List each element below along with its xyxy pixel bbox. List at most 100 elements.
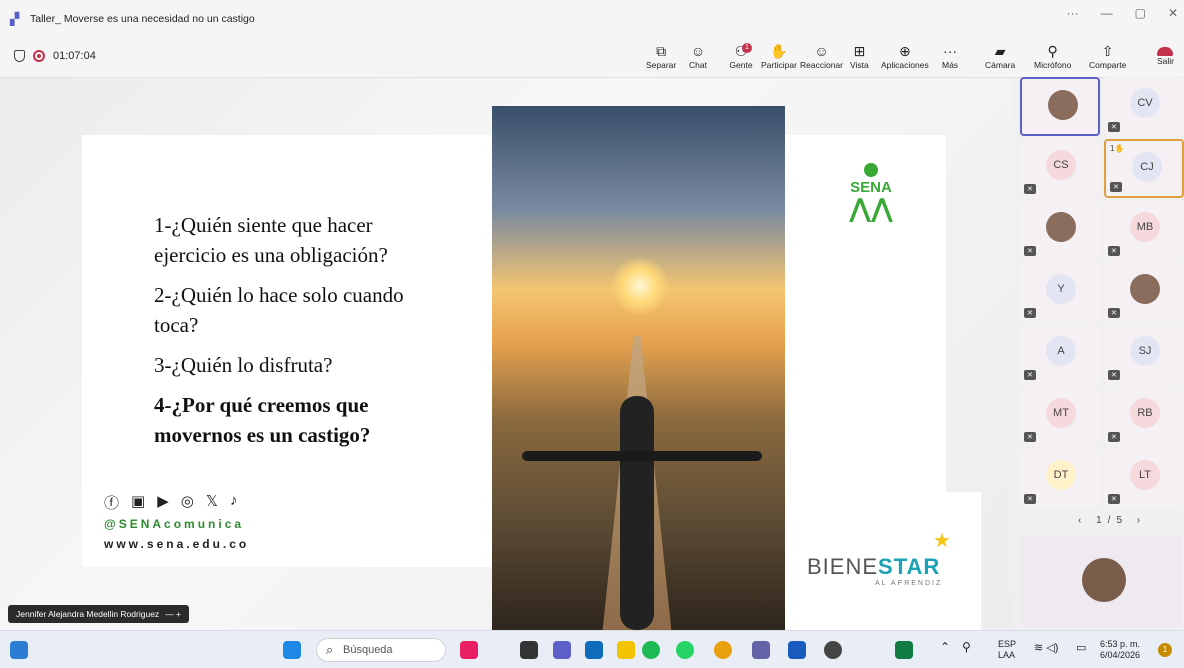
participant-tile[interactable]: SJ ✕ [1104, 325, 1184, 384]
participant-tile[interactable]: Y ✕ [1020, 263, 1100, 322]
participant-tile[interactable]: CV ✕ [1104, 77, 1184, 136]
microphone-button[interactable]: ⚲ Micrófono [1034, 42, 1071, 70]
whatsapp-icon[interactable] [676, 641, 694, 659]
participant-tile[interactable] [1020, 77, 1100, 136]
self-video-tile[interactable] [1020, 536, 1182, 628]
apps-label: Aplicaciones [881, 60, 929, 70]
task-view-icon[interactable] [520, 641, 538, 659]
chatgpt-icon[interactable] [824, 641, 842, 659]
taskbar-search[interactable]: Búsqueda [316, 638, 446, 662]
notification-badge[interactable]: 1 [1158, 643, 1172, 657]
tiktok-icon: ♪ [229, 492, 238, 509]
participant-tile[interactable]: RB ✕ [1104, 387, 1184, 446]
question-line: toca? [154, 313, 199, 337]
gallery-pager[interactable]: ‹ 1/5 › [1078, 515, 1146, 526]
clock-time: 6:53 p. m. [1100, 639, 1141, 649]
question-line: 4-¿Por qué creemos que [154, 393, 369, 417]
raise-hand-label: Participar [761, 60, 797, 70]
windows-taskbar: Búsqueda ⌃ ⚲ ESPLAA ≋ ◁) ▭ 6:53 p. m.6/0… [0, 630, 1184, 668]
muted-mic-icon: ✕ [1024, 432, 1036, 442]
battery-icon[interactable]: ▭ [1076, 643, 1086, 654]
more-options-icon[interactable]: ··· [1067, 6, 1079, 20]
popout-icon: ⧉ [656, 43, 667, 59]
view-button[interactable]: ⊞ Vista [850, 42, 869, 70]
window-titlebar: ▞ Taller_ Moverse es una necesidad no un… [0, 0, 1184, 38]
lang-top: ESP [998, 639, 1017, 649]
raise-hand-button[interactable]: ✋ Participar [761, 42, 797, 70]
participant-tile[interactable]: ✕ [1020, 201, 1100, 260]
participant-tile[interactable]: A ✕ [1020, 325, 1100, 384]
lang-bottom: LAA [998, 650, 1016, 660]
participant-photo [1046, 212, 1076, 242]
chat-icon: ☺ [690, 43, 706, 59]
minimize-icon[interactable]: — [1101, 6, 1113, 20]
camera-button[interactable]: ▰ Cámara [985, 42, 1015, 70]
chrome-icon[interactable] [714, 641, 732, 659]
react-label: Reaccionar [800, 60, 843, 70]
participant-initials: Y [1046, 274, 1076, 304]
microphone-label: Micrófono [1034, 60, 1072, 70]
wifi-icon[interactable]: ≋ ◁) [1034, 643, 1058, 654]
mic-tray-icon[interactable]: ⚲ [962, 641, 971, 653]
participant-tile[interactable]: ✕ [1104, 263, 1184, 322]
popout-label: Separar [646, 60, 677, 70]
camera-label: Cámara [985, 60, 1016, 70]
sun-glow [610, 256, 670, 316]
muted-mic-icon: ✕ [1024, 494, 1036, 504]
explorer-icon[interactable] [617, 641, 635, 659]
language-indicator[interactable]: ESP LAA [998, 639, 1016, 661]
excel-icon[interactable] [895, 641, 913, 659]
apps-button[interactable]: ⊕ Aplicaciones [881, 42, 929, 70]
muted-mic-icon: ✕ [1108, 246, 1120, 256]
question-line: 2-¿Quién lo hace solo cuando [154, 283, 404, 307]
participant-tile[interactable]: MB ✕ [1104, 201, 1184, 260]
sena-logo-dot [864, 163, 878, 177]
clock-date: 6/04/2026 [1100, 650, 1141, 660]
raise-hand-icon: ✋ [770, 43, 788, 59]
bienestar-suffix: STAR [878, 554, 941, 579]
bike-trail-photo [492, 106, 785, 630]
clock[interactable]: 6:53 p. m. 6/04/2026 [1100, 639, 1140, 661]
participant-initials: MB [1130, 212, 1160, 242]
participant-initials: CJ [1132, 152, 1162, 182]
spotify-icon[interactable] [642, 641, 660, 659]
copilot-icon[interactable] [460, 641, 478, 659]
participant-tile[interactable]: LT ✕ [1104, 449, 1184, 508]
participant-tile[interactable]: DT ✕ [1020, 449, 1100, 508]
camera-off-icon: ▰ [994, 43, 1006, 59]
store-icon[interactable] [585, 641, 603, 659]
participant-tile[interactable]: MT ✕ [1020, 387, 1100, 446]
more-button[interactable]: ··· Más [942, 42, 958, 70]
hangup-icon [1157, 47, 1174, 56]
pin-icon[interactable]: — + [165, 605, 181, 623]
share-button[interactable]: ⇧ Comparte [1089, 42, 1126, 70]
chat-button[interactable]: ☺ Chat [689, 42, 707, 70]
popout-button[interactable]: ⧉ Separar [646, 42, 676, 70]
maximize-icon[interactable]: ▢ [1135, 6, 1146, 20]
muted-mic-icon: ✕ [1024, 184, 1036, 194]
participant-initials: CV [1130, 88, 1160, 118]
close-icon[interactable]: ✕ [1168, 6, 1178, 20]
muted-mic-icon: ✕ [1024, 246, 1036, 256]
teams-work-icon[interactable] [752, 641, 770, 659]
raised-hand-icon: 1✋ [1110, 144, 1125, 153]
people-button[interactable]: ⚇ 1 Gente [726, 42, 756, 70]
participant-photo [1130, 274, 1160, 304]
start-icon[interactable] [283, 641, 301, 659]
bike-handlebars [522, 451, 762, 461]
react-button[interactable]: ☺ Reaccionar [800, 42, 843, 70]
participant-initials: CS [1046, 150, 1076, 180]
tray-chevron-icon[interactable]: ⌃ [940, 641, 950, 653]
more-icon: ··· [943, 43, 958, 59]
widgets-icon[interactable] [10, 641, 28, 659]
participant-initials: MT [1046, 398, 1076, 428]
participant-tile[interactable]: CS ✕ [1020, 139, 1100, 198]
website: www.sena.edu.co [104, 537, 250, 551]
muted-mic-icon: ✕ [1024, 370, 1036, 380]
leave-button[interactable]: Salir [1157, 42, 1174, 66]
participant-tile[interactable]: CJ 1✋ ✕ [1104, 139, 1184, 198]
leave-label: Salir [1156, 56, 1174, 66]
teams-icon[interactable] [553, 641, 571, 659]
word-icon[interactable] [788, 641, 806, 659]
participant-photo [1048, 90, 1078, 120]
